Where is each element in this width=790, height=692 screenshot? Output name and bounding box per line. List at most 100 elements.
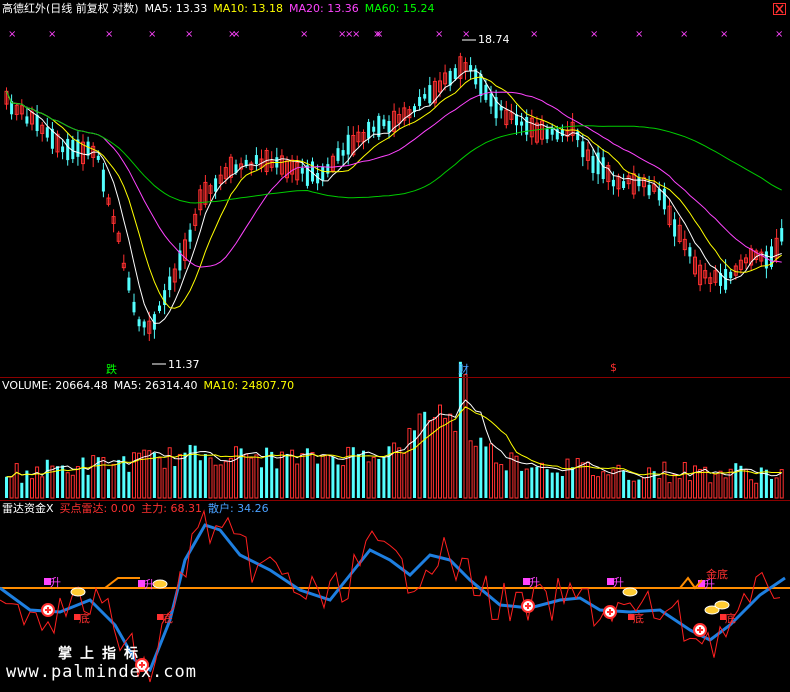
close-icon[interactable]	[773, 3, 786, 15]
volume-bar-up	[453, 430, 458, 499]
candle-down	[346, 134, 350, 155]
volume-bar-up	[728, 468, 733, 499]
volume-bar-up	[438, 404, 442, 499]
candle-down	[611, 179, 615, 187]
volume-bar-up	[749, 479, 754, 499]
volume-bar-down	[265, 447, 269, 498]
volume-bar-up	[432, 417, 437, 499]
top-signal-mark: ×	[232, 29, 240, 40]
retail-readout: 散户: 34.26	[207, 502, 269, 515]
chart-canvas[interactable]: × × × × × ×× × ××× ×× × × × × × × × × 升升升升升底底底底	[0, 0, 790, 692]
volume-bar-up	[723, 477, 728, 499]
volume-bar-up	[91, 455, 96, 499]
volume-bar-up	[468, 440, 473, 499]
candle-down	[367, 121, 371, 139]
volume-bar-up	[489, 443, 493, 499]
volume-bar-up	[754, 482, 759, 499]
top-signal-mark: ×	[352, 29, 360, 40]
volume-bar-down	[351, 447, 355, 498]
candle-down	[525, 116, 529, 135]
candle-down	[453, 68, 457, 79]
candle-down	[428, 85, 432, 104]
volume-bar-down	[550, 472, 554, 498]
volume-bar-up	[494, 462, 499, 499]
candle-down	[484, 84, 488, 100]
candle-down	[214, 178, 218, 192]
volume-bar-down	[198, 460, 202, 498]
volume-bar-up	[616, 464, 621, 499]
candle-down	[35, 114, 39, 132]
top-signal-mark: ×	[720, 29, 728, 40]
volume-bar-down	[627, 479, 631, 498]
volume-bar-up	[657, 478, 662, 499]
volume-bar-down	[45, 459, 49, 498]
top-signal-mark: ×	[590, 29, 598, 40]
candle-down	[341, 150, 345, 156]
candle-down	[489, 93, 493, 107]
candle-down	[66, 138, 70, 161]
stock-title: 高德红外(日线 前复权 对数)	[2, 2, 139, 15]
volume-bar-up	[443, 417, 448, 499]
volume-bar-up	[499, 464, 504, 499]
volume-bar-up	[101, 457, 106, 499]
volume-bar-up	[35, 466, 40, 499]
price-header: 高德红外(日线 前复权 对数) MA5: 13.33 MA10: 13.18 MA20…	[2, 2, 440, 16]
sheng-label: 升	[529, 576, 540, 589]
candle-down	[127, 277, 131, 291]
volume-bar-up	[295, 463, 300, 499]
volume-bar-up	[290, 449, 295, 499]
volume-bar-down	[183, 452, 187, 498]
top-signal-mark: ×	[185, 29, 193, 40]
volume-bar-up	[672, 474, 677, 499]
volume-bar-down	[555, 472, 559, 498]
candle-down	[168, 276, 172, 291]
candle-down	[137, 319, 141, 327]
volume-bar-down	[734, 463, 738, 498]
volume-bar-up	[397, 447, 402, 499]
volume-bar-down	[637, 479, 641, 498]
volume-bar-down	[127, 471, 131, 498]
volume-bar-up	[111, 463, 116, 499]
volume-bar-up	[540, 462, 544, 499]
volume-bar-down	[458, 361, 462, 498]
volume-bar-up	[392, 442, 397, 499]
volume-bar-down	[423, 411, 427, 498]
volume-bar-up	[234, 446, 238, 499]
volume-bar-down	[336, 464, 340, 498]
volume-bar-up	[320, 454, 325, 499]
volume-bar-up	[718, 470, 723, 499]
watermark-title: 掌上指标	[58, 646, 146, 662]
top-signal-mark: ×	[530, 29, 538, 40]
candle-down	[300, 168, 304, 174]
volume-bar-down	[173, 466, 177, 498]
volume-bar-up	[774, 477, 779, 499]
candle-down	[382, 119, 386, 127]
jindi-label: 金底	[706, 568, 728, 581]
volume-bar-up	[687, 480, 692, 499]
gold-ingot-icon	[70, 587, 86, 597]
top-signal-mark: ×	[775, 29, 783, 40]
volume-bar-up	[310, 452, 315, 499]
di-label: 底	[162, 611, 173, 625]
volume-bar-down	[316, 463, 320, 498]
volume-bar-down	[535, 466, 539, 498]
volume-bar-up	[580, 462, 585, 499]
volume-bar-down	[560, 475, 564, 498]
candle-down	[423, 94, 427, 99]
volume-bar-down	[504, 470, 508, 498]
marker-dollar: $	[610, 361, 617, 374]
volume-bar-up	[371, 456, 376, 499]
volume-bar-down	[520, 470, 524, 498]
volume-bar-up	[65, 472, 70, 499]
volume-bar-up	[208, 457, 213, 499]
gold-ingot-icon	[714, 600, 730, 610]
candle-down	[647, 184, 651, 196]
candle-down	[591, 156, 595, 173]
candle-down	[576, 131, 580, 141]
low-price-label: 11.37	[168, 358, 200, 371]
volume-bar-up	[601, 471, 606, 499]
volume-bar-up	[162, 467, 167, 499]
high-price-label: 18.74	[478, 33, 510, 46]
indicator-name: 雷达资金X	[2, 502, 54, 515]
volume-bar-up	[514, 455, 519, 499]
